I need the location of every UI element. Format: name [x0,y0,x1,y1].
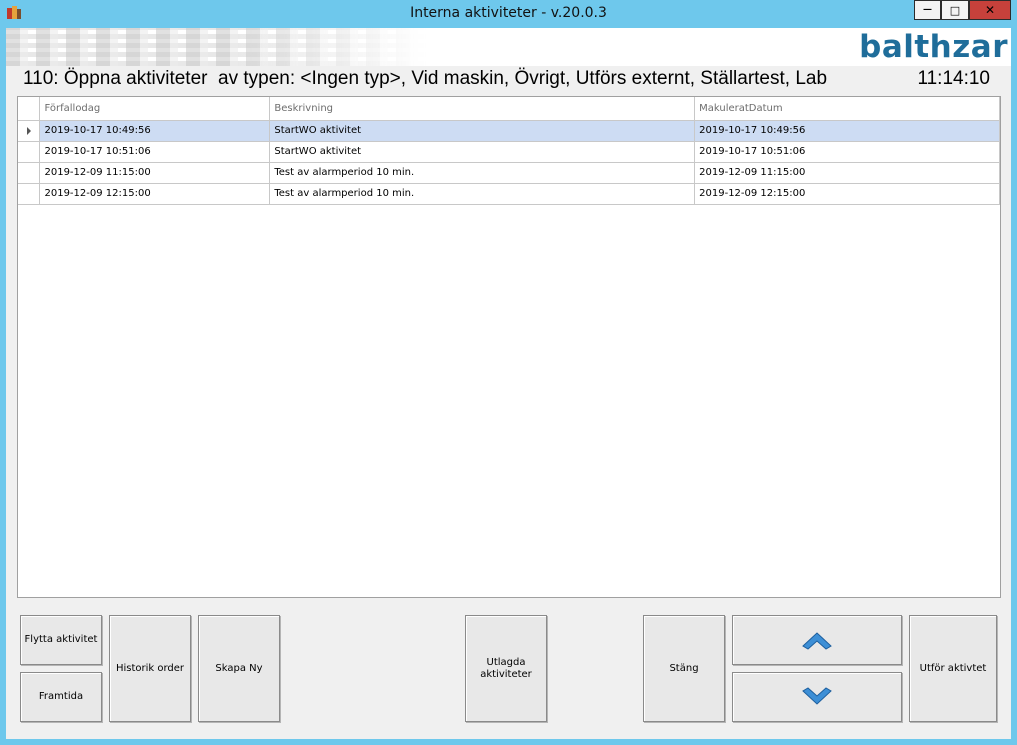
maximize-icon: □ [949,3,961,17]
row-header[interactable] [18,120,41,142]
future-button[interactable]: Framtida [20,672,102,722]
row-header-corner [18,97,41,121]
description-cell[interactable]: StartWO aktivitet [269,120,696,142]
table-row[interactable]: 2019-10-17 10:51:06 StartWO aktivitet 20… [18,141,1000,163]
table-row[interactable]: 2019-12-09 12:15:00 Test av alarmperiod … [18,183,1000,205]
cancelled-date-cell[interactable]: 2019-12-09 11:15:00 [694,162,1000,184]
cancelled-date-cell[interactable]: 2019-10-17 10:51:06 [694,141,1000,163]
description-cell[interactable]: Test av alarmperiod 10 min. [269,162,696,184]
scroll-down-button[interactable] [732,672,902,722]
maximize-button[interactable]: □ [941,0,969,20]
move-activity-button[interactable]: Flytta aktivitet [20,615,102,665]
chevron-up-icon [802,632,832,650]
row-header[interactable] [18,162,41,184]
description-cell[interactable]: StartWO aktivitet [269,141,696,163]
close-window-button[interactable]: ✕ [969,0,1011,20]
due-date-cell[interactable]: 2019-10-17 10:51:06 [39,141,271,163]
table-row[interactable]: 2019-10-17 10:49:56 StartWO aktivitet 20… [18,120,1000,142]
due-date-cell[interactable]: 2019-12-09 12:15:00 [39,183,271,205]
column-header-cancelled-date[interactable]: MakuleratDatum [694,97,1000,121]
table-row[interactable]: 2019-12-09 11:15:00 Test av alarmperiod … [18,162,1000,184]
banner: balthzar [6,28,1011,66]
cancelled-date-cell[interactable]: 2019-12-09 12:15:00 [694,183,1000,205]
row-header[interactable] [18,141,41,163]
column-header-due-date[interactable]: Förfallodag [39,97,271,121]
brand-logo: balthzar [859,29,1008,65]
perform-activity-button[interactable]: Utför aktivtet [909,615,997,722]
chevron-down-icon [802,687,832,705]
description-cell[interactable]: Test av alarmperiod 10 min. [269,183,696,205]
close-icon: ✕ [984,3,996,17]
row-header[interactable] [18,183,41,205]
window-client: balthzar 110: Öppna aktiviteter av typen… [6,28,1011,739]
order-history-button[interactable]: Historik order [109,615,191,722]
clock: 11:14:10 [917,68,990,89]
create-new-button[interactable]: Skapa Ny [198,615,280,722]
scroll-up-button[interactable] [732,615,902,665]
title-bar: Interna aktiviteter - v.20.0.3 — □ ✕ [0,0,1017,28]
window-title: Interna aktiviteter - v.20.0.3 [410,5,607,21]
close-button[interactable]: Stäng [643,615,725,722]
activities-table: Förfallodag Beskrivning MakuleratDatum 2… [18,97,1000,205]
current-row-icon [27,126,31,135]
page-title: 110: Öppna aktiviteter av typen: <Ingen … [23,68,828,89]
minimize-icon: — [923,5,932,15]
banner-pattern [6,28,426,66]
minimize-button[interactable]: — [914,0,941,20]
due-date-cell[interactable]: 2019-12-09 11:15:00 [39,162,271,184]
cancelled-date-cell[interactable]: 2019-10-17 10:49:56 [694,120,1000,142]
column-header-description[interactable]: Beskrivning [269,97,696,121]
due-date-cell[interactable]: 2019-10-17 10:49:56 [39,120,271,142]
posted-activities-button[interactable]: Utlagda aktiviteter [465,615,547,722]
activities-grid[interactable]: Förfallodag Beskrivning MakuleratDatum 2… [17,96,1001,598]
